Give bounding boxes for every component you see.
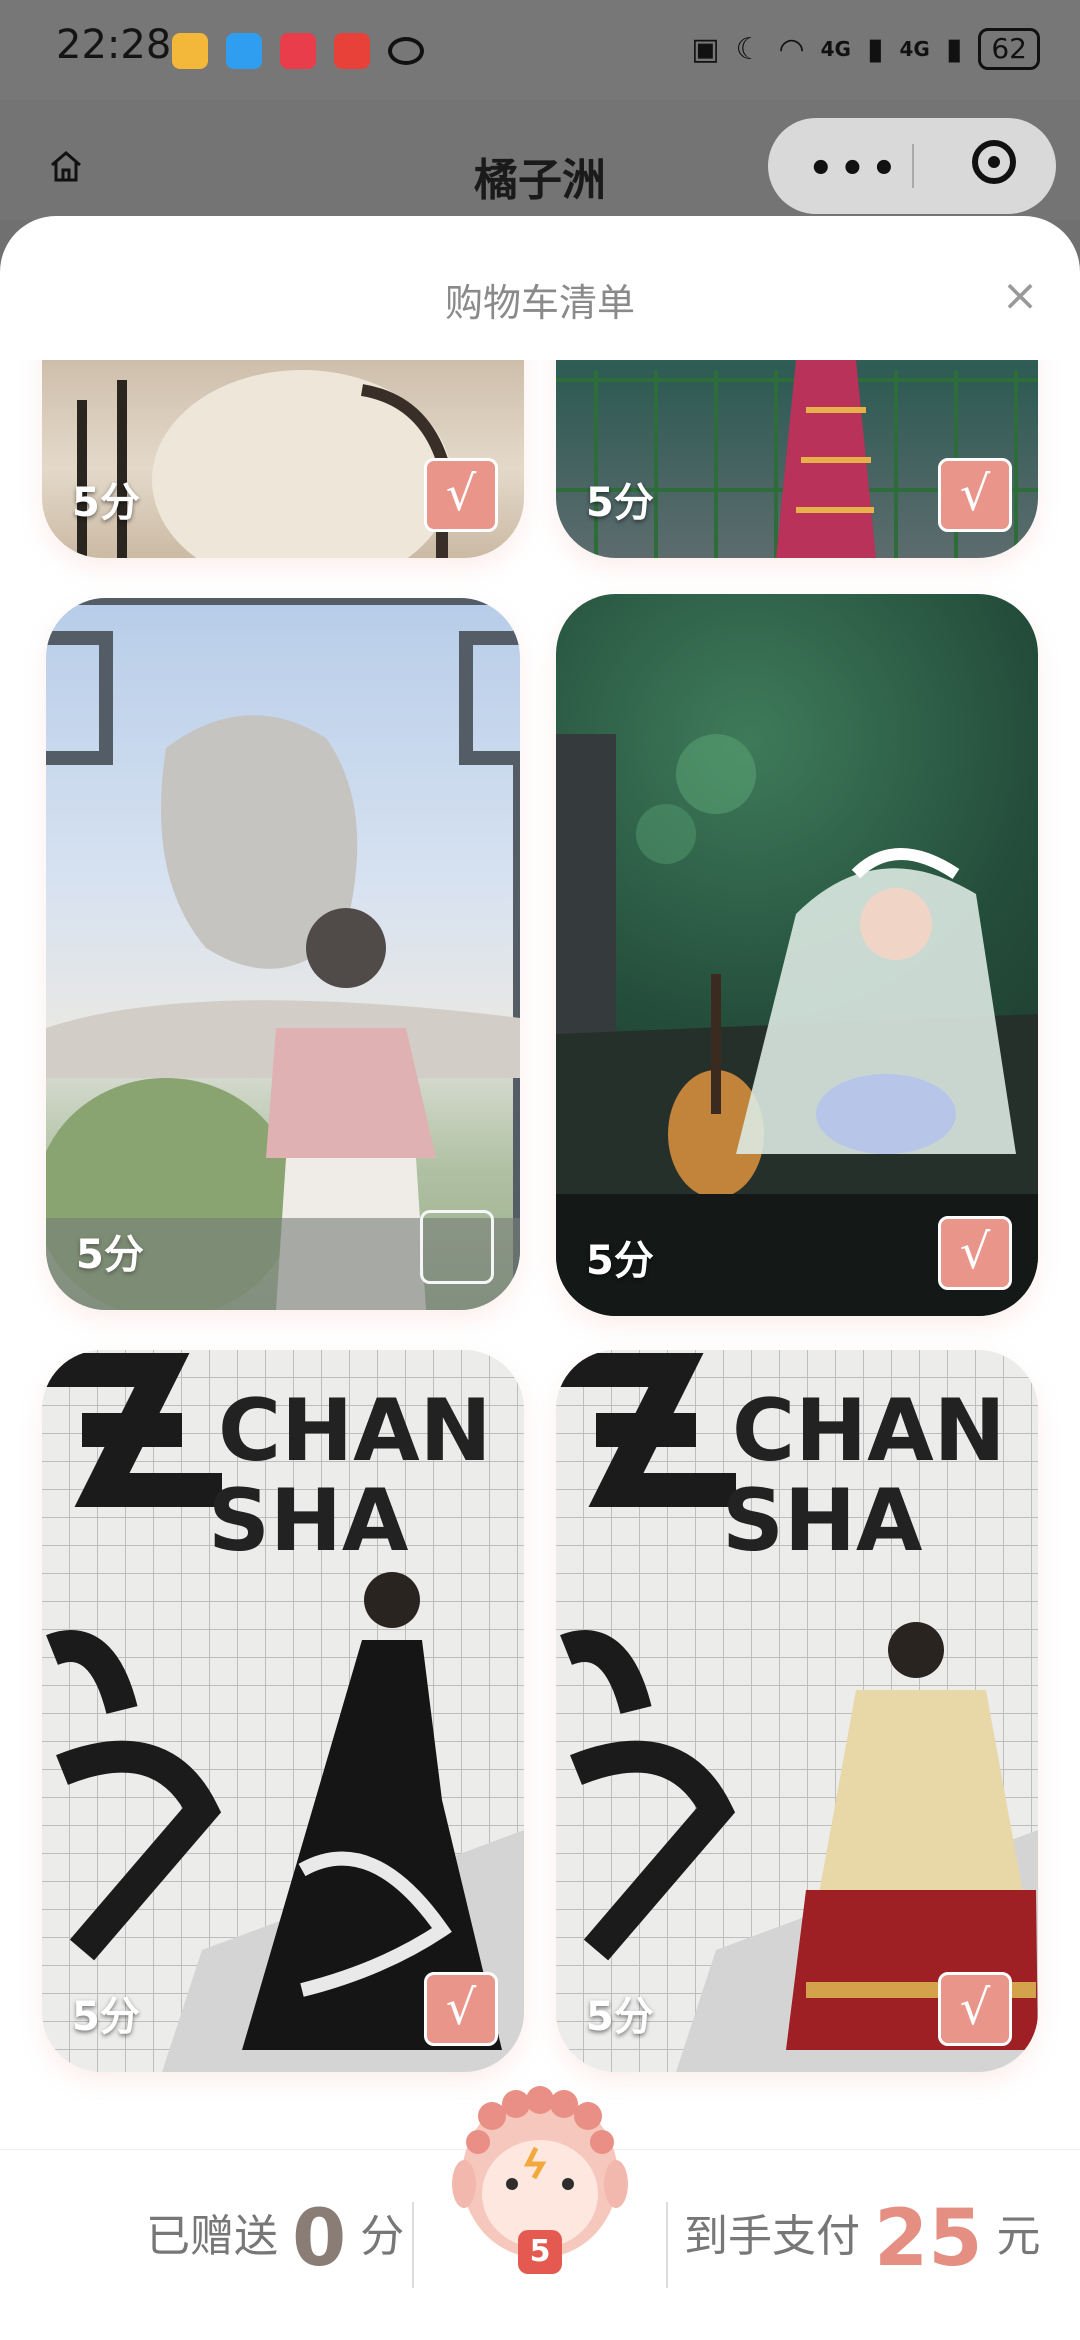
title-bar: 橘子洲 ••• [0,100,1080,220]
home-app-icon [334,33,370,69]
message-icon [226,33,262,69]
select-checkbox[interactable]: √ [938,458,1012,532]
select-checkbox[interactable]: √ [938,1216,1012,1290]
item-score: 5分 [76,1232,144,1278]
cart-count-badge: 5 [518,2230,562,2274]
xiaohongshu-icon [280,33,316,69]
close-mini-program-icon[interactable] [972,140,1016,184]
photo-wall-text-2: SHA [722,1471,923,1571]
cart-item[interactable]: 5分 [46,598,520,1310]
wifi-icon: ◠ [778,31,805,67]
pay-unit: 元 [996,2211,1041,2262]
more-options-icon[interactable]: ••• [808,146,903,192]
select-checkbox[interactable]: √ [424,1972,498,2046]
cart-item[interactable]: CHAN SHA 5分 √ [42,1350,524,2072]
mini-program-capsule: ••• [768,118,1056,214]
item-score: 5分 [72,1994,140,2040]
pay-value: 25 [874,2194,983,2284]
pay-label: 到手支付 [684,2211,860,2262]
notification-icons [172,33,424,69]
status-bar: 22:28 ▣ ☾ ◠ 4G ▮ 4G ▮ 62 [0,0,1080,100]
item-photo [556,594,1038,1316]
signal-2-icon: ▮ [945,31,963,67]
divider [412,2202,414,2288]
item-photo: CHAN SHA [42,1350,524,2072]
item-score: 5分 [586,480,654,526]
status-time: 22:28 [56,22,172,68]
signal-2-label: 4G [899,37,930,61]
nfc-icon: ▣ [691,31,720,67]
cart-item[interactable]: 5分 √ [556,594,1038,1316]
signal-1-icon: ▮ [866,31,884,67]
select-checkbox[interactable]: √ [424,458,498,532]
cart-sheet: 购物车清单 × 5分 √ 5分 √ 5分 5分 √ CHAN SHA 5分 √ … [0,216,1080,2340]
gifted-unit: 分 [360,2211,405,2262]
item-photo: CHAN SHA [556,1350,1038,2072]
item-score: 5分 [72,480,140,526]
status-right: ▣ ☾ ◠ 4G ▮ 4G ▮ 62 [691,28,1040,70]
capsule-divider [912,144,914,188]
eye-icon [388,37,424,65]
cart-item[interactable]: CHAN SHA 5分 √ [556,1350,1038,2072]
checkout-bar: 已赠送 0 分 5 到手支付 25 元 [0,2086,1080,2340]
cart-item[interactable]: 5分 √ [42,360,524,558]
moon-icon: ☾ [735,31,763,67]
signal-1-label: 4G [820,37,851,61]
divider [666,2202,668,2288]
battery-indicator: 62 [978,28,1040,70]
gifted-points: 已赠送 0 分 [146,2194,404,2284]
sheet-title: 购物车清单 [444,281,635,325]
photo-wall-text-2: SHA [208,1471,409,1571]
item-score: 5分 [586,1238,654,1284]
gifted-label: 已赠送 [146,2211,278,2262]
cart-grid: 5分 √ 5分 √ 5分 5分 √ CHAN SHA 5分 √ CHAN SHA… [0,360,1080,2100]
cart-item[interactable]: 5分 √ [556,360,1038,558]
payment-total: 到手支付 25 元 [684,2194,1041,2284]
photo-wall-text-1: CHAN [218,1381,492,1481]
select-checkbox[interactable]: √ [938,1972,1012,2046]
gifted-value: 0 [292,2194,347,2284]
photo-wall-text-1: CHAN [732,1381,1006,1481]
close-icon[interactable]: × [1000,274,1040,318]
weibo-icon [172,33,208,69]
item-score: 5分 [586,1994,654,2040]
select-checkbox[interactable] [420,1210,494,1284]
item-photo [46,598,520,1310]
